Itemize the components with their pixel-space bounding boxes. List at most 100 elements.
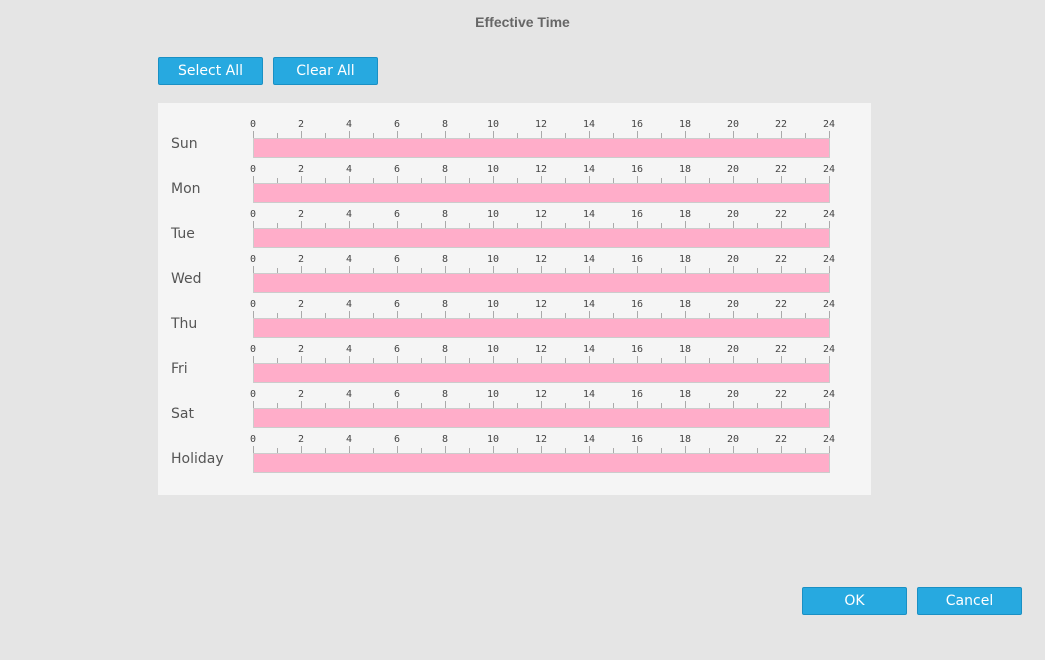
hour-tick-label: 20: [726, 254, 740, 265]
tick-mark: [397, 131, 398, 138]
tick-mark: [349, 176, 350, 183]
hour-tick-label: 0: [249, 299, 257, 310]
hour-tick-label: 6: [393, 434, 401, 445]
hour-tick-label: 4: [345, 434, 353, 445]
tick-mark: [829, 356, 830, 363]
tick-mark: [589, 356, 590, 363]
hour-tick-label: 12: [534, 389, 548, 400]
hour-tick-label: 12: [534, 434, 548, 445]
hour-axis: 0 2 4 6 8 10 12 14 16 18 20 22 24: [250, 434, 835, 454]
tick-mark: [253, 266, 254, 273]
tick-mark: [349, 446, 350, 453]
clear-all-button[interactable]: Clear All: [273, 57, 378, 85]
tick-mark: [445, 356, 446, 363]
hour-tick-label: 8: [441, 254, 449, 265]
hour-tick-label: 22: [774, 299, 788, 310]
tick-mark: [829, 131, 830, 138]
hour-tick-label: 22: [774, 119, 788, 130]
tick-mark: [445, 311, 446, 318]
hour-tick-label: 24: [822, 389, 836, 400]
hour-tick-label: 24: [822, 164, 836, 175]
hour-tick-label: 16: [630, 389, 644, 400]
tick-mark: [493, 311, 494, 318]
tick-mark: [589, 131, 590, 138]
tick-mark: [781, 311, 782, 318]
hour-tick-label: 0: [249, 254, 257, 265]
tick-mark: [397, 176, 398, 183]
hour-tick-label: 14: [582, 119, 596, 130]
tick-mark: [493, 266, 494, 273]
hour-tick-label: 20: [726, 164, 740, 175]
schedule-panel: Sun 0 2 4 6 8 10 12 14 16 18 20 22 24 Mon 0 2 4 6 8 10 12 14 16…: [158, 103, 871, 495]
tick-mark: [685, 401, 686, 408]
tick-mark: [637, 131, 638, 138]
tick-mark: [349, 311, 350, 318]
tick-mark: [733, 266, 734, 273]
tick-mark: [733, 221, 734, 228]
hour-tick-label: 20: [726, 209, 740, 220]
tick-mark: [253, 131, 254, 138]
hour-tick-label: 14: [582, 254, 596, 265]
tick-mark: [349, 131, 350, 138]
hour-tick-label: 6: [393, 344, 401, 355]
tick-mark: [397, 266, 398, 273]
tick-mark: [493, 176, 494, 183]
hour-tick-label: 8: [441, 164, 449, 175]
tick-mark: [253, 311, 254, 318]
hour-tick-label: 24: [822, 254, 836, 265]
tick-mark: [397, 311, 398, 318]
hour-tick-label: 2: [297, 209, 305, 220]
tick-mark: [253, 401, 254, 408]
hour-tick-label: 20: [726, 344, 740, 355]
hour-tick-label: 14: [582, 434, 596, 445]
tick-mark: [445, 446, 446, 453]
hour-tick-label: 14: [582, 299, 596, 310]
hour-tick-label: 2: [297, 119, 305, 130]
tick-mark: [301, 401, 302, 408]
hour-tick-label: 6: [393, 119, 401, 130]
hour-tick-label: 0: [249, 344, 257, 355]
hour-tick-label: 22: [774, 389, 788, 400]
hour-tick-label: 4: [345, 254, 353, 265]
tick-mark: [685, 446, 686, 453]
ok-button[interactable]: OK: [802, 587, 907, 615]
hour-tick-label: 6: [393, 299, 401, 310]
hour-tick-label: 8: [441, 299, 449, 310]
tick-mark: [733, 446, 734, 453]
hour-axis: 0 2 4 6 8 10 12 14 16 18 20 22 24: [249, 254, 835, 274]
tick-mark: [397, 446, 398, 453]
hour-tick-label: 4: [345, 299, 353, 310]
select-all-button[interactable]: Select All: [158, 57, 263, 85]
hour-tick-label: 18: [678, 389, 692, 400]
tick-mark: [445, 221, 446, 228]
hour-axis: 0 2 4 6 8 10 12 14 16 18 20 22 24: [249, 299, 835, 319]
active-time-segment[interactable]: [254, 454, 829, 472]
hour-tick-label: 24: [822, 209, 836, 220]
hour-tick-label: 16: [630, 434, 644, 445]
tick-mark: [493, 356, 494, 363]
hour-tick-label: 18: [678, 344, 692, 355]
hour-tick-label: 18: [678, 119, 692, 130]
tick-mark: [589, 446, 590, 453]
tick-mark: [781, 176, 782, 183]
tick-mark: [445, 131, 446, 138]
tick-mark: [253, 446, 254, 453]
hour-tick-label: 2: [297, 344, 305, 355]
tick-mark: [829, 446, 830, 453]
cancel-button[interactable]: Cancel: [917, 587, 1022, 615]
tick-mark: [301, 176, 302, 183]
tick-mark: [301, 131, 302, 138]
day-schedule-bar[interactable]: [253, 453, 830, 473]
hour-tick-label: 12: [534, 299, 548, 310]
tick-mark: [397, 221, 398, 228]
hour-tick-label: 6: [393, 254, 401, 265]
hour-tick-label: 24: [822, 119, 836, 130]
hour-tick-label: 8: [441, 344, 449, 355]
dialog-title: Effective Time: [475, 14, 570, 30]
hour-tick-label: 10: [486, 209, 500, 220]
hour-tick-label: 16: [630, 164, 644, 175]
hour-tick-label: 16: [630, 344, 644, 355]
tick-mark: [685, 131, 686, 138]
hour-tick-label: 14: [582, 164, 596, 175]
hour-axis: 0 2 4 6 8 10 12 14 16 18 20 22 24: [250, 164, 835, 184]
